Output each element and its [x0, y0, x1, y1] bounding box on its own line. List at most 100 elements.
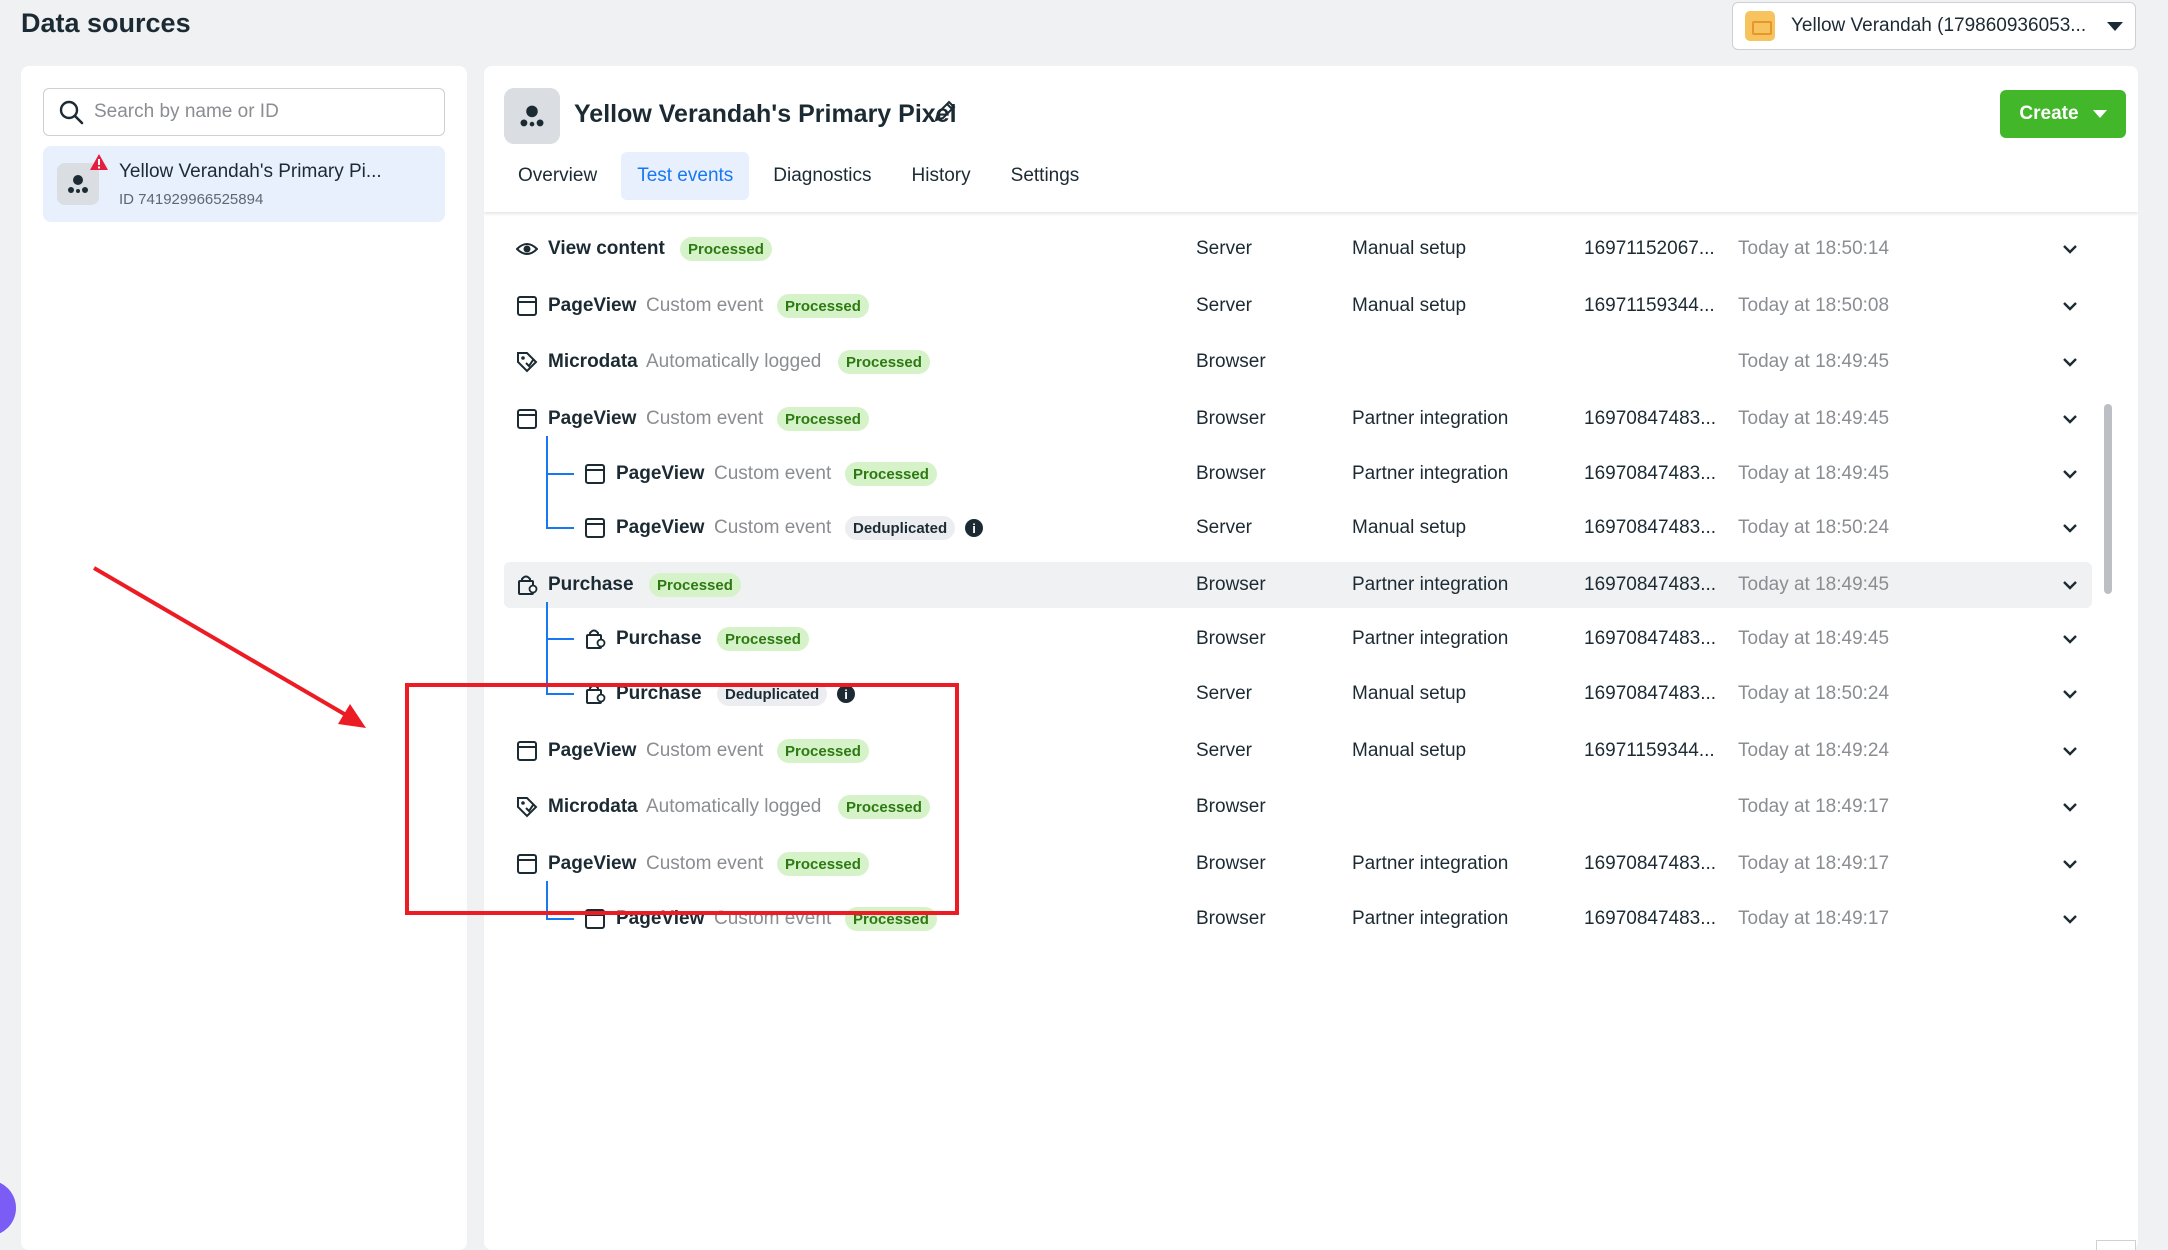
- event-id: 16970847483...: [1584, 463, 1717, 484]
- chevron-down-icon[interactable]: [2060, 518, 2080, 538]
- create-button[interactable]: Create: [2000, 90, 2126, 138]
- tab-settings[interactable]: Settings: [995, 152, 1096, 200]
- tab-diagnostics[interactable]: Diagnostics: [757, 152, 887, 200]
- chevron-down-icon: [2107, 21, 2123, 31]
- event-setup: Manual setup: [1352, 238, 1467, 259]
- chevron-down-icon[interactable]: [2060, 464, 2080, 484]
- event-id: 16970847483...: [1584, 408, 1717, 429]
- event-name: PageView: [548, 408, 637, 429]
- event-id: 16970847483...: [1584, 628, 1717, 649]
- event-row[interactable]: PageView Custom event Processed Server Manua…: [504, 283, 2092, 329]
- event-setup: Manual setup: [1352, 683, 1467, 704]
- chevron-down-icon[interactable]: [2060, 296, 2080, 316]
- event-id: 16970847483...: [1584, 517, 1717, 538]
- tree-connector: [546, 602, 548, 694]
- event-id: 16970847483...: [1584, 683, 1717, 704]
- chevron-down-icon[interactable]: [2060, 409, 2080, 429]
- tree-connector: [546, 638, 574, 640]
- event-source: Server: [1196, 683, 1252, 704]
- tab-overview[interactable]: Overview: [502, 152, 613, 200]
- event-row[interactable]: Microdata Automatically logged Processed Br…: [504, 339, 2092, 385]
- account-selector[interactable]: Yellow Verandah (179860936053...: [1732, 2, 2136, 50]
- shopping-bag-icon: [516, 574, 538, 596]
- create-label: Create: [2019, 103, 2079, 124]
- event-source: Browser: [1196, 628, 1266, 649]
- scrollbar-thumb[interactable]: [2104, 404, 2112, 594]
- pixel-avatar: [57, 154, 108, 205]
- event-source: Browser: [1196, 574, 1266, 595]
- event-name: PageView: [616, 517, 705, 538]
- event-time: Today at 18:49:17: [1738, 853, 1890, 874]
- chevron-down-icon[interactable]: [2060, 239, 2080, 259]
- event-name: Purchase: [616, 628, 702, 649]
- page-title: Data sources: [21, 8, 191, 38]
- source-name: Yellow Verandah's Primary Pi...: [119, 160, 382, 182]
- chevron-down-icon[interactable]: [2060, 854, 2080, 874]
- tree-connector: [546, 436, 548, 528]
- chevron-down-icon[interactable]: [2060, 684, 2080, 704]
- chevron-down-icon[interactable]: [2060, 909, 2080, 929]
- event-time: Today at 18:50:08: [1738, 295, 1890, 316]
- help-bubble[interactable]: [0, 1180, 16, 1236]
- event-name: View content: [548, 238, 665, 259]
- search-box[interactable]: [43, 88, 445, 136]
- event-row[interactable]: PageView Custom event Processed Browser Part…: [504, 396, 2092, 442]
- tag-icon: [516, 351, 538, 373]
- pencil-icon[interactable]: [932, 98, 958, 124]
- source-id: ID 741929966525894: [119, 190, 264, 208]
- event-type: Automatically logged: [646, 351, 822, 372]
- pixel-title: Yellow Verandah's Primary Pixel: [574, 100, 957, 128]
- event-name: PageView: [616, 463, 705, 484]
- status-badge: Processed: [717, 627, 809, 651]
- chevron-down-icon[interactable]: [2060, 352, 2080, 372]
- event-setup: Partner integration: [1352, 408, 1509, 429]
- event-setup: Partner integration: [1352, 628, 1509, 649]
- event-type: Custom event: [646, 408, 764, 429]
- event-setup: Manual setup: [1352, 295, 1467, 316]
- event-source: Browser: [1196, 796, 1266, 817]
- status-badge: Deduplicated: [845, 516, 956, 540]
- event-setup: Partner integration: [1352, 574, 1509, 595]
- chevron-down-icon[interactable]: [2060, 575, 2080, 595]
- event-time: Today at 18:49:45: [1738, 628, 1890, 649]
- source-list-item[interactable]: Yellow Verandah's Primary Pi... ID 74192…: [43, 146, 445, 222]
- event-id: 16971152067...: [1584, 238, 1715, 259]
- event-time: Today at 18:49:17: [1738, 796, 1890, 817]
- search-input[interactable]: [94, 101, 434, 123]
- scroll-corner: [2096, 1240, 2136, 1250]
- event-name: Purchase: [548, 574, 634, 595]
- event-id: 16970847483...: [1584, 908, 1717, 929]
- event-time: Today at 18:49:17: [1738, 908, 1890, 929]
- chevron-down-icon[interactable]: [2060, 741, 2080, 761]
- event-row[interactable]: Purchase Processed Browser Partner integrat…: [504, 562, 2092, 608]
- event-setup: Partner integration: [1352, 853, 1509, 874]
- tab-test-events[interactable]: Test events: [621, 152, 750, 200]
- event-time: Today at 18:49:45: [1738, 574, 1890, 595]
- event-name: PageView: [548, 295, 637, 316]
- event-setup: Manual setup: [1352, 740, 1467, 761]
- browser-window-icon: [516, 408, 538, 430]
- event-row[interactable]: View content Processed Server Manual setup 1…: [504, 226, 2092, 272]
- event-row[interactable]: Purchase Processed Browser Partner integrat…: [504, 616, 2092, 662]
- status-badge: Processed: [649, 573, 741, 597]
- event-row[interactable]: PageView Custom event Deduplicated i Server M…: [504, 505, 2092, 551]
- pixel-header: Yellow Verandah's Primary Pixel Create O…: [484, 66, 2138, 212]
- event-time: Today at 18:49:45: [1738, 351, 1890, 372]
- event-source: Server: [1196, 238, 1252, 259]
- warning-icon: [90, 154, 108, 170]
- event-setup: Partner integration: [1352, 908, 1509, 929]
- event-source: Browser: [1196, 463, 1266, 484]
- tree-connector: [546, 473, 574, 475]
- chevron-down-icon[interactable]: [2060, 797, 2080, 817]
- tab-history[interactable]: History: [896, 152, 987, 200]
- event-source: Browser: [1196, 908, 1266, 929]
- chevron-down-icon[interactable]: [2060, 629, 2080, 649]
- status-badge: Processed: [845, 462, 937, 486]
- info-icon[interactable]: i: [965, 519, 983, 537]
- tree-connector: [546, 527, 574, 529]
- event-id: 16970847483...: [1584, 574, 1717, 595]
- browser-window-icon: [584, 463, 606, 485]
- event-source: Browser: [1196, 408, 1266, 429]
- event-row[interactable]: PageView Custom event Processed Browser Part…: [504, 451, 2092, 497]
- chevron-down-icon: [2092, 110, 2107, 118]
